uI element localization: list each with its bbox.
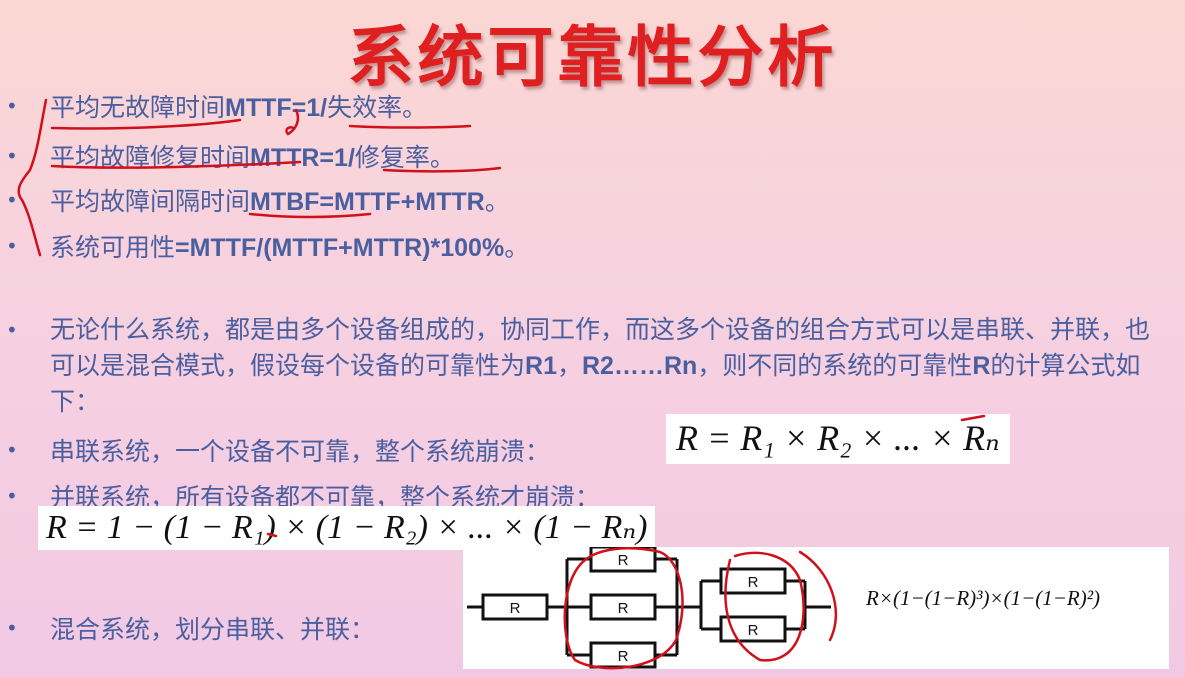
mttr-text: 平均故障修复时间MTTR=1/修复率。 — [50, 143, 455, 172]
series-formula: R = R₁ × R₂ × ... × Rₙ — [666, 414, 1010, 464]
bullet: • — [6, 616, 18, 640]
resistor-label: R — [748, 622, 759, 639]
resistor-label: R — [618, 648, 629, 665]
bullet: • — [6, 144, 18, 168]
page-title: 系统可靠性分析 — [347, 19, 838, 96]
bullet: • — [6, 318, 18, 342]
mtbf-text: 平均故障间隔时间MTBF=MTTF+MTTR。 — [50, 187, 510, 216]
availability-text: 系统可用性=MTTF/(MTTF+MTTR)*100%。 — [50, 233, 530, 262]
bullet: • — [6, 234, 18, 258]
resistor-label: R — [618, 600, 629, 617]
resistor-label: R — [510, 600, 521, 617]
bullet: • — [6, 484, 18, 508]
intro-paragraph: 无论什么系统，都是由多个设备组成的，协同工作，而这多个设备的组合方式可以是串联、… — [50, 315, 1151, 416]
resistor-label: R — [748, 574, 759, 591]
series-text: 串联系统，一个设备不可靠，整个系统崩溃： — [50, 437, 551, 466]
parallel-formula: R = 1 − (1 − R₁) × (1 − R₂) × ... × (1 −… — [38, 506, 656, 550]
bullet: • — [6, 94, 18, 118]
bracket-mark — [17, 98, 48, 257]
bullet: • — [6, 438, 18, 462]
resistor-label: R — [618, 552, 629, 569]
mttf-text: 平均无故障时间MTTF=1/失效率。 — [50, 93, 428, 122]
mixed-formula: R×(1−(1−R)³)×(1−(1−R)²) — [866, 586, 1101, 610]
underline-mark — [348, 124, 472, 129]
mixed-text: 混合系统，划分串联、并联： — [50, 615, 376, 644]
bullet: • — [6, 188, 18, 212]
